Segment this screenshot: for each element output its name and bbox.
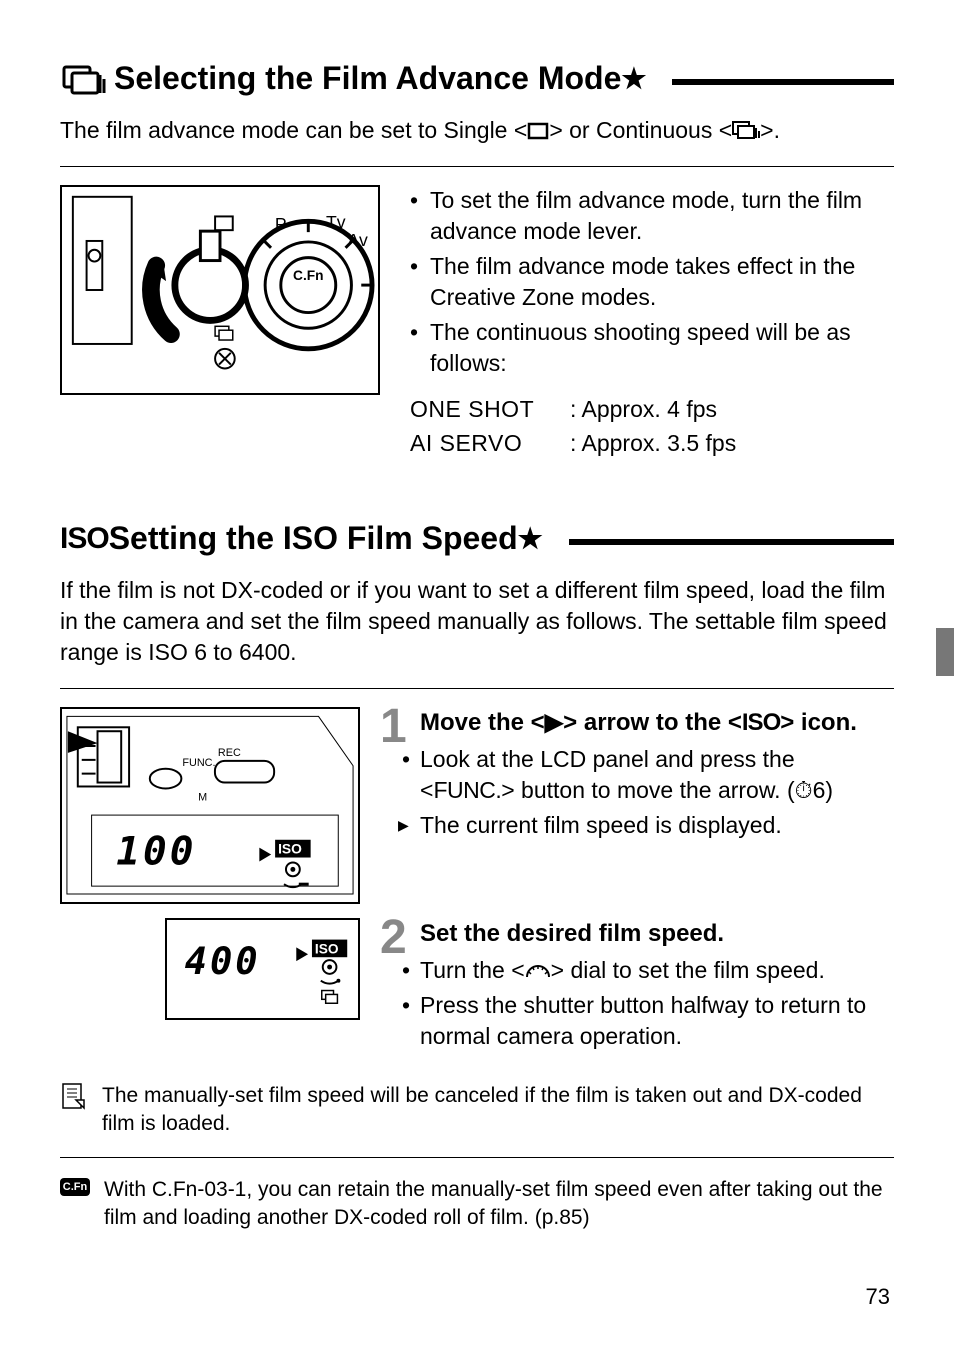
main-dial-icon <box>525 961 551 981</box>
note-icon <box>60 1082 88 1110</box>
svg-text:ISO: ISO <box>278 841 302 857</box>
note-2: C.Fn With C.Fn-03-1, you can retain the … <box>60 1176 894 1233</box>
cfn-badge-icon: C.Fn <box>60 1178 90 1196</box>
note-text: With C.Fn-03-1, you can retain the manua… <box>104 1176 894 1233</box>
fps-label: ONE SHOT <box>410 393 570 426</box>
svg-text:400: 400 <box>185 938 261 982</box>
section1-heading: Selecting the Film Advance Mode★ <box>60 60 894 97</box>
step1-heading: Move the <▶> arrow to the <ISO> icon. <box>390 707 894 738</box>
lcd-panel-illustration-step1: FUNC. REC M 100 ISO <box>60 707 360 903</box>
step2-bullet: Press the shutter button halfway to retu… <box>390 990 894 1052</box>
lcd-panel-illustration-step2: 400 ISO <box>165 918 360 1020</box>
svg-text:M: M <box>198 791 207 803</box>
page-number: 73 <box>866 1284 890 1310</box>
section2-title: Setting the ISO Film Speed <box>109 520 518 557</box>
step2-heading: Set the desired film speed. <box>390 918 894 949</box>
func-inline: FUNC. <box>433 777 501 803</box>
bullet: The film advance mode takes effect in th… <box>410 251 894 313</box>
section2-heading: ISO Setting the ISO Film Speed★ <box>60 520 894 557</box>
bullet: The continuous shooting speed will be as… <box>410 317 894 379</box>
film-advance-lever-illustration: C.Fn Tv Av P <box>60 185 380 395</box>
svg-text:REC: REC <box>218 747 241 759</box>
note-text: The manually-set film speed will be canc… <box>102 1082 894 1139</box>
svg-text:100: 100 <box>116 829 196 875</box>
svg-text:P: P <box>275 214 287 234</box>
single-mode-icon <box>527 122 549 140</box>
svg-text:C.Fn: C.Fn <box>293 268 323 283</box>
bullet: To set the film advance mode, turn the f… <box>410 185 894 247</box>
section1-title: Selecting the Film Advance Mode <box>114 60 621 97</box>
fps-table: ONE SHOT: Approx. 4 fps AI SERVO: Approx… <box>410 393 894 460</box>
iso-inline: ISO <box>742 709 780 736</box>
right-arrow-icon: ▶ <box>545 707 563 738</box>
step1-result: The current film speed is displayed. <box>390 810 894 841</box>
fps-value: : Approx. 3.5 fps <box>570 430 736 456</box>
svg-text:Av: Av <box>348 230 368 250</box>
step1-bullet: Look at the LCD panel and press the <FUN… <box>390 744 894 806</box>
section2-intro: If the film is not DX-coded or if you wa… <box>60 575 894 668</box>
section1-bullets: To set the film advance mode, turn the f… <box>410 185 894 379</box>
iso-heading-icon: ISO <box>60 522 109 556</box>
svg-text:ISO: ISO <box>315 941 339 956</box>
continuous-mode-small-icon <box>732 121 760 141</box>
page-side-tab <box>936 628 954 676</box>
star-icon: ★ <box>518 522 543 555</box>
svg-text:Tv: Tv <box>326 212 346 232</box>
svg-text:FUNC.: FUNC. <box>182 757 215 769</box>
star-icon: ★ <box>621 62 646 95</box>
fps-label: AI SERVO <box>410 427 570 460</box>
step2-bullet: Turn the <> dial to set the film speed. <box>390 955 894 986</box>
note-1: The manually-set film speed will be canc… <box>60 1082 894 1139</box>
fps-value: : Approx. 4 fps <box>570 396 717 422</box>
section1-intro: The film advance mode can be set to Sing… <box>60 115 894 146</box>
continuous-mode-icon <box>60 61 108 97</box>
